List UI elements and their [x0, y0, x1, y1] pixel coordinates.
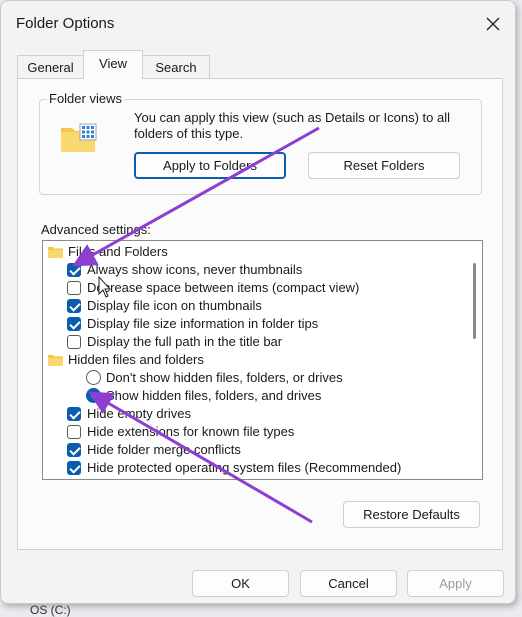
checkbox[interactable] [67, 461, 81, 475]
setting-label: Display file size information in folder … [87, 316, 319, 331]
setting-label: Display file icon on thumbnails [87, 298, 262, 313]
setting-label: Display the full path in the title bar [87, 334, 283, 349]
setting-radio-row[interactable]: Don't show hidden files, folders, or dri… [67, 369, 482, 387]
cancel-button[interactable]: Cancel [300, 570, 397, 597]
setting-label: Hide folder merge conflicts [87, 442, 241, 457]
folder-options-dialog: Folder Options General View Search Folde… [0, 0, 516, 604]
close-button[interactable] [475, 9, 511, 39]
tree-group: Files and Folders [48, 243, 468, 261]
tab-view[interactable]: View [83, 50, 143, 79]
folder-icon [48, 247, 63, 258]
setting-radio-row[interactable]: Show hidden files, folders, and drives [67, 387, 482, 405]
advanced-settings-label: Advanced settings: [41, 222, 151, 237]
tree-group: Hidden files and folders [48, 351, 468, 369]
reset-folders-button[interactable]: Reset Folders [308, 152, 460, 179]
setting-checkbox-row[interactable]: Display the full path in the title bar [67, 333, 482, 351]
checkbox[interactable] [67, 443, 81, 457]
advanced-settings-tree[interactable]: Files and Folders Always show icons, neve… [42, 240, 483, 480]
tab-search[interactable]: Search [142, 55, 210, 78]
setting-checkbox-row[interactable]: Hide folder merge conflicts [67, 441, 482, 459]
checkbox[interactable] [67, 317, 81, 331]
setting-label: Files and Folders [68, 244, 168, 259]
folder-views-group: Folder views You can apply this view (su… [39, 91, 482, 195]
folder-icon [48, 355, 63, 366]
setting-label: Hidden files and folders [68, 352, 204, 367]
scrollbar-thumb[interactable] [473, 263, 476, 339]
folder-views-description: You can apply this view (such as Details… [134, 110, 451, 141]
view-tab-panel: Folder views You can apply this view (su… [17, 78, 503, 550]
apply-button[interactable]: Apply [407, 570, 504, 597]
apply-to-folders-button[interactable]: Apply to Folders [134, 152, 286, 179]
ok-button[interactable]: OK [192, 570, 289, 597]
setting-checkbox-row[interactable]: Display file icon on thumbnails [67, 297, 482, 315]
setting-checkbox-row[interactable]: Decrease space between items (compact vi… [67, 279, 482, 297]
setting-label: Always show icons, never thumbnails [87, 262, 303, 277]
restore-defaults-button[interactable]: Restore Defaults [343, 501, 480, 528]
setting-label: Decrease space between items (compact vi… [87, 280, 360, 295]
dialog-title: Folder Options [16, 15, 115, 32]
tree-scrollbar[interactable] [468, 241, 482, 479]
setting-label: Hide extensions for known file types [87, 424, 295, 439]
setting-label: Hide empty drives [87, 406, 192, 421]
checkbox[interactable] [67, 425, 81, 439]
drive-label-fragment: OS (C:) [30, 603, 71, 617]
radio-button[interactable] [86, 388, 101, 403]
folder-views-label: Folder views [47, 91, 124, 106]
close-icon [486, 17, 500, 31]
setting-label: Show hidden files, folders, and drives [106, 388, 322, 403]
setting-checkbox-row[interactable]: Hide empty drives [67, 405, 482, 423]
setting-checkbox-row[interactable]: Always show icons, never thumbnails [67, 261, 482, 279]
setting-label: Hide protected operating system files (R… [87, 460, 402, 475]
checkbox[interactable] [67, 281, 81, 295]
folder-grid-icon [61, 123, 97, 152]
radio-button[interactable] [86, 370, 101, 385]
setting-checkbox-row[interactable]: Hide extensions for known file types [67, 423, 482, 441]
checkbox[interactable] [67, 407, 81, 421]
checkbox[interactable] [67, 263, 81, 277]
setting-checkbox-row[interactable]: Hide protected operating system files (R… [67, 459, 482, 477]
setting-checkbox-row[interactable]: Display file size information in folder … [67, 315, 482, 333]
tab-general[interactable]: General [17, 55, 84, 78]
setting-label: Don't show hidden files, folders, or dri… [106, 370, 343, 385]
checkbox[interactable] [67, 335, 81, 349]
checkbox[interactable] [67, 299, 81, 313]
